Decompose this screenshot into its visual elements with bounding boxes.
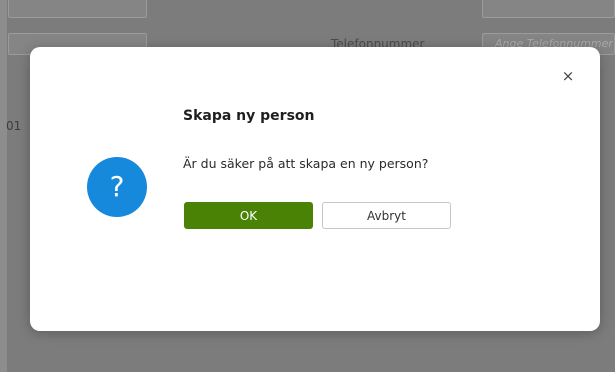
background-field-top-left — [8, 0, 147, 18]
background-field-top-right — [482, 0, 615, 18]
close-icon[interactable]: × — [560, 68, 576, 84]
ok-button[interactable]: OK — [184, 202, 313, 229]
background-strip — [0, 0, 7, 372]
background-partial-value: 01 — [6, 119, 22, 133]
dialog-message: Är du säker på att skapa en ny person? — [183, 156, 429, 171]
confirm-dialog: × ? Skapa ny person Är du säker på att s… — [30, 47, 600, 331]
question-icon: ? — [87, 157, 147, 217]
dialog-title: Skapa ny person — [183, 108, 315, 124]
cancel-button[interactable]: Avbryt — [322, 202, 451, 229]
